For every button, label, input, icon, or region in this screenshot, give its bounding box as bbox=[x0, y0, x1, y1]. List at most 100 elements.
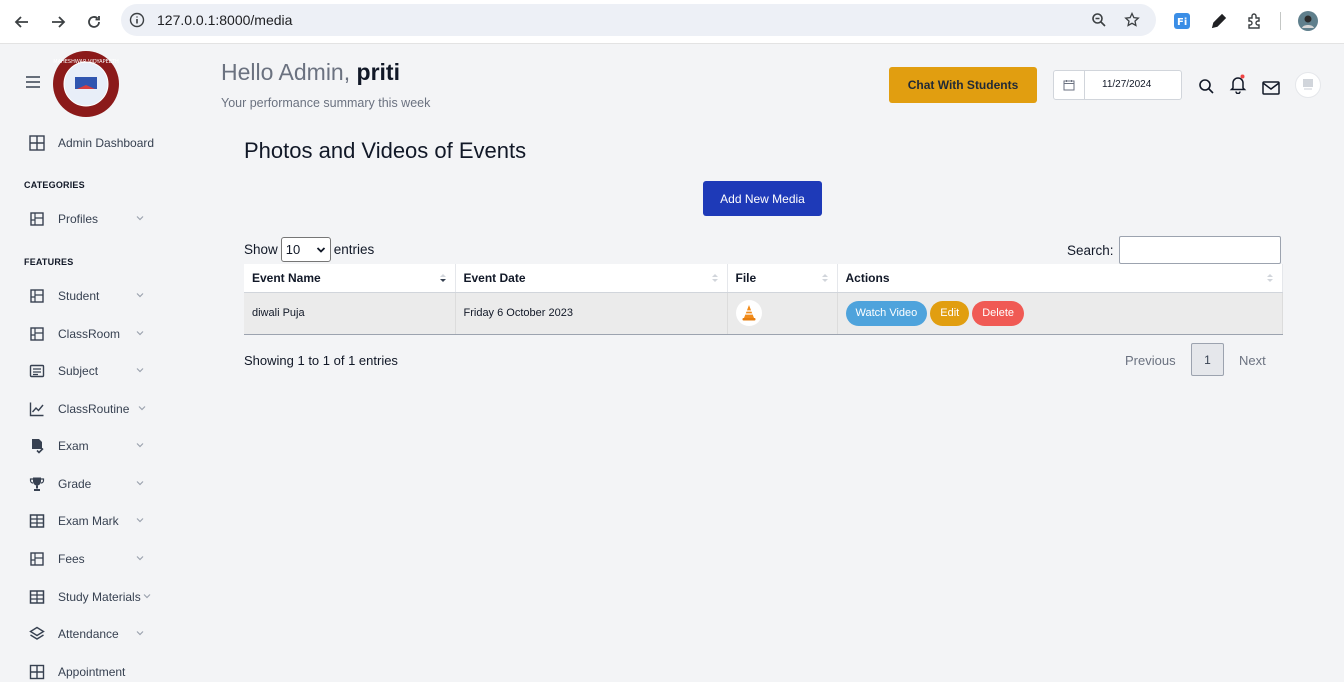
table-header-row: Event Name Event Date File Actions bbox=[244, 264, 1283, 293]
sidebar-item-label: ClassRoutine bbox=[58, 402, 130, 416]
pagination-next[interactable]: Next bbox=[1239, 353, 1266, 368]
exam-icon bbox=[28, 437, 46, 455]
grid-icon bbox=[28, 134, 46, 152]
pagination-previous[interactable]: Previous bbox=[1125, 353, 1176, 368]
watch-video-button[interactable]: Watch Video bbox=[845, 300, 928, 326]
address-bar[interactable]: 127.0.0.1:8000/media bbox=[121, 4, 1156, 36]
list-icon bbox=[28, 362, 46, 380]
sort-icon bbox=[1267, 274, 1273, 282]
sidebar-item-label: Admin Dashboard bbox=[58, 136, 155, 150]
column-header-label: File bbox=[735, 270, 757, 285]
sidebar-item-fees[interactable]: Fees bbox=[28, 549, 188, 569]
column-header-file[interactable]: File bbox=[727, 264, 838, 293]
entries-label: entries bbox=[333, 242, 375, 257]
sidebar-item-label: Fees bbox=[58, 552, 85, 566]
user-name: priti bbox=[356, 59, 400, 85]
section-heading-features: FEATURES bbox=[24, 257, 74, 267]
sidebar-item-label: Exam Mark bbox=[58, 514, 119, 528]
profile-avatar-icon[interactable] bbox=[1297, 10, 1319, 32]
chevron-down-icon bbox=[316, 247, 325, 253]
mail-icon[interactable] bbox=[1261, 78, 1281, 98]
browser-toolbar: 127.0.0.1:8000/media Fi bbox=[0, 0, 1344, 44]
sidebar-item-grade[interactable]: Grade bbox=[28, 474, 188, 494]
pagination-page-1[interactable]: 1 bbox=[1191, 343, 1224, 376]
chevron-down-icon bbox=[136, 556, 144, 561]
user-avatar[interactable] bbox=[1295, 72, 1321, 98]
show-label: Show bbox=[244, 242, 278, 257]
search-icon[interactable] bbox=[1196, 76, 1216, 96]
sidebar-item-label: Attendance bbox=[58, 627, 119, 641]
media-table: Event Name Event Date File Actions diwal… bbox=[244, 264, 1283, 335]
entries-select-value[interactable]: 10 bbox=[286, 242, 300, 257]
url-text[interactable]: 127.0.0.1:8000/media bbox=[157, 12, 292, 28]
notification-bell-icon[interactable] bbox=[1228, 74, 1248, 94]
section-heading-categories: CATEGORIES bbox=[24, 180, 85, 190]
zoom-icon[interactable] bbox=[1089, 10, 1109, 30]
chevron-down-icon bbox=[136, 368, 144, 373]
reload-icon[interactable] bbox=[81, 9, 107, 35]
sidebar-item-admin-dashboard[interactable]: Admin Dashboard bbox=[28, 133, 188, 153]
entries-select[interactable]: 10 bbox=[280, 237, 331, 262]
sidebar-item-student[interactable]: Student bbox=[28, 286, 188, 306]
chevron-down-icon bbox=[138, 406, 146, 411]
forward-arrow-icon[interactable] bbox=[45, 9, 71, 35]
chevron-down-icon bbox=[143, 594, 151, 599]
page-title: Photos and Videos of Events bbox=[244, 138, 527, 163]
sidebar-item-exam[interactable]: Exam bbox=[28, 436, 188, 456]
edit-button[interactable]: Edit bbox=[930, 300, 970, 326]
trophy-icon bbox=[28, 475, 46, 493]
back-arrow-icon[interactable] bbox=[9, 9, 35, 35]
sidebar-item-attendance[interactable]: Attendance bbox=[28, 624, 188, 644]
column-header-event-date[interactable]: Event Date bbox=[455, 264, 728, 293]
hamburger-menu-icon[interactable] bbox=[26, 75, 42, 89]
search-label: Search: bbox=[1067, 243, 1114, 258]
add-new-media-button[interactable]: Add New Media bbox=[703, 181, 822, 216]
table-row: diwali Puja Friday 6 October 2023 Watch … bbox=[244, 292, 1283, 335]
eyedropper-icon[interactable] bbox=[1208, 10, 1230, 32]
column-header-event-name[interactable]: Event Name bbox=[244, 264, 456, 293]
column-header-label: Event Name bbox=[252, 270, 321, 285]
date-picker[interactable]: 11/27/2024 bbox=[1053, 70, 1182, 100]
svg-text:Fi: Fi bbox=[1177, 17, 1187, 28]
sidebar-item-appointment[interactable]: Appointment bbox=[28, 662, 188, 682]
toolbar-divider bbox=[1280, 12, 1281, 30]
extension-fi-icon[interactable]: Fi bbox=[1171, 10, 1193, 32]
school-logo[interactable]: MAHESHWAR VIDYAPEETH bbox=[53, 51, 119, 117]
chevron-down-icon bbox=[136, 216, 144, 221]
vlc-cone-icon[interactable] bbox=[735, 300, 762, 326]
sidebar-item-exam-mark[interactable]: Exam Mark bbox=[28, 511, 188, 531]
grid-icon bbox=[28, 210, 46, 228]
delete-button[interactable]: Delete bbox=[972, 300, 1025, 326]
date-value[interactable]: 11/27/2024 bbox=[1102, 79, 1151, 90]
sidebar-item-classroom[interactable]: ClassRoom bbox=[28, 324, 188, 344]
sidebar-item-study-materials[interactable]: Study Materials bbox=[28, 587, 188, 607]
sort-icon bbox=[711, 274, 718, 282]
grid-icon bbox=[28, 287, 46, 305]
grid-icon bbox=[28, 550, 46, 568]
chart-line-icon bbox=[28, 400, 46, 418]
layers-icon bbox=[28, 625, 46, 643]
sidebar-item-label: Grade bbox=[58, 477, 92, 491]
sidebar-item-profiles[interactable]: Profiles bbox=[28, 209, 188, 229]
sort-desc-icon bbox=[439, 274, 446, 282]
extensions-puzzle-icon[interactable] bbox=[1244, 10, 1266, 32]
column-header-label: Actions bbox=[845, 270, 890, 285]
sidebar-item-subject[interactable]: Subject bbox=[28, 361, 188, 381]
chevron-down-icon bbox=[136, 518, 144, 523]
grid-icon bbox=[28, 325, 46, 343]
sort-icon bbox=[821, 274, 828, 282]
logo-text: MAHESHWAR VIDYAPEETH bbox=[53, 59, 119, 65]
site-info-icon[interactable] bbox=[127, 10, 147, 30]
sidebar-item-label: ClassRoom bbox=[58, 327, 121, 341]
column-header-label: Event Date bbox=[463, 270, 526, 285]
sidebar-item-classroutine[interactable]: ClassRoutine bbox=[28, 399, 188, 419]
chat-with-students-button[interactable]: Chat With Students bbox=[889, 67, 1037, 103]
column-header-actions[interactable]: Actions bbox=[837, 264, 1283, 293]
entries-length-control: Show 10 entries bbox=[244, 237, 374, 262]
sidebar-item-label: Study Materials bbox=[58, 590, 141, 604]
calendar-icon[interactable] bbox=[1054, 71, 1085, 99]
search-input[interactable] bbox=[1119, 236, 1281, 264]
chevron-down-icon bbox=[136, 631, 144, 636]
table-icon bbox=[28, 512, 46, 530]
bookmark-star-icon[interactable] bbox=[1122, 10, 1142, 30]
